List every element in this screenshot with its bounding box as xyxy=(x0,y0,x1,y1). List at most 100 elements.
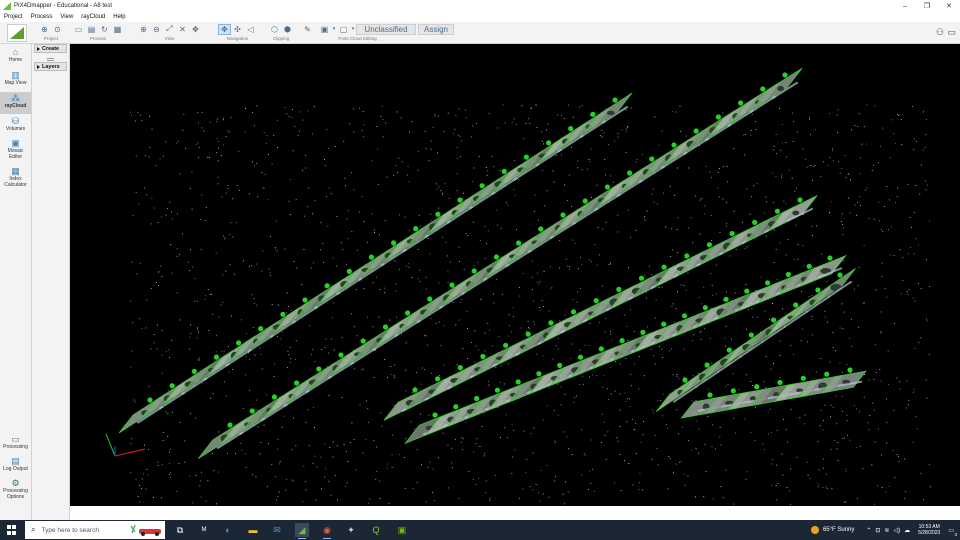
report-icon[interactable]: ▦ xyxy=(111,24,124,35)
sidebar-item-map-view[interactable]: ▥ Map View xyxy=(0,70,31,92)
wifi-icon[interactable]: ≋ xyxy=(884,527,889,534)
camera-position-dot xyxy=(693,128,699,134)
zoom-in-icon[interactable]: ⊕ xyxy=(137,24,150,35)
camera-position-dot xyxy=(649,156,655,162)
create-button[interactable]: Create xyxy=(34,44,67,53)
search-input[interactable]: Type here to search xyxy=(41,527,98,534)
pix4d-logo xyxy=(7,24,27,42)
zoom-fit-icon[interactable]: ⤢ xyxy=(163,24,176,35)
camera-position-dot xyxy=(536,371,542,377)
network-icon[interactable]: ⊡ xyxy=(875,527,880,534)
refresh-icon[interactable]: ↻ xyxy=(98,24,111,35)
camera-position-dot xyxy=(616,286,622,292)
edit-brush-icon[interactable]: ✎ xyxy=(301,24,314,35)
menu-view[interactable]: View xyxy=(60,14,73,20)
camera-position-dot xyxy=(249,408,255,414)
layers-button[interactable]: Layers xyxy=(34,62,67,71)
camera-position-dot xyxy=(827,255,833,261)
sidebar-item-volumes[interactable]: ⛁ Volumes xyxy=(0,116,31,138)
sidebar-item-index-calculator[interactable]: ▦ Index Calculator xyxy=(0,166,31,192)
clock[interactable]: 10:53 AM 5/28/2023 xyxy=(918,524,940,537)
camera-position-dot xyxy=(793,302,799,308)
tree-blob xyxy=(606,110,615,116)
pix4d-taskbar-icon[interactable]: ◢ xyxy=(295,523,309,539)
camera-position-dot xyxy=(707,392,713,398)
camera-position-dot xyxy=(570,309,577,315)
qgis-icon[interactable]: Q xyxy=(369,523,383,537)
pix4d-window: PIX4Dmapper - Educational - A8 test – ❐ … xyxy=(0,0,960,540)
windows-start-icon[interactable] xyxy=(7,525,17,535)
camera-position-dot xyxy=(681,313,688,319)
camera-position-dot xyxy=(449,282,455,288)
sidebar-item-processing[interactable]: ▭ Processing xyxy=(0,434,31,454)
zoom-out-icon[interactable]: ⊖ xyxy=(150,24,163,35)
camera-position-dot xyxy=(191,368,197,374)
menu-project[interactable]: Project xyxy=(4,14,23,20)
notifications-icon[interactable]: ▭ 3 xyxy=(948,527,957,537)
weather-widget[interactable]: 65°F Sunny xyxy=(810,526,854,534)
sidebar-item-home[interactable]: ⌂ Home xyxy=(0,47,31,69)
edge-icon[interactable]: ◐ xyxy=(221,523,235,537)
sidebar-item-raycloud[interactable]: ⁂ rayCloud xyxy=(0,92,31,114)
window-layout-icon[interactable]: ▭ xyxy=(947,27,956,38)
taskbar-search[interactable]: ⌕ Type here to search xyxy=(25,521,165,539)
toolbar-label-clipping: Clipping xyxy=(272,36,290,41)
chrome-icon[interactable]: ◉ xyxy=(320,523,334,539)
camera-position-dot xyxy=(582,198,588,204)
volume-icon: ⛁ xyxy=(11,116,20,126)
menu-help[interactable]: Help xyxy=(113,14,125,20)
point-cloud-scene[interactable] xyxy=(70,44,960,506)
toolbar-group-clipping: ⬡ ⬢ Clipping xyxy=(268,23,294,43)
crosshair-icon[interactable]: ⊙ xyxy=(51,24,64,35)
camera-position-dot xyxy=(338,352,344,358)
camera-position-dot xyxy=(726,347,732,353)
panel-grip[interactable] xyxy=(47,58,54,61)
camera-position-dot xyxy=(474,395,480,402)
sidebar-item-processing-options[interactable]: ⚙ Processing Options xyxy=(0,478,31,508)
close-button[interactable]: ✕ xyxy=(938,0,960,12)
app-icon[interactable]: ✦ xyxy=(344,523,358,537)
standard-navigation-icon[interactable]: ✥ xyxy=(218,23,231,35)
left-sidebar: ⌂ Home ▥ Map View ⁂ rayCloud ⛁ Volumes ▣… xyxy=(0,44,32,520)
mr-app-icon[interactable]: M xyxy=(197,523,211,537)
open-folder-icon[interactable]: ▤ xyxy=(85,24,98,35)
toolbar-group-editing: ✎ ▣ ▾ ▢ ▾ Unclassified Assign Point Clou… xyxy=(301,23,454,43)
trackball-navigation-icon[interactable]: ✣ xyxy=(231,24,244,35)
clipping-cube-icon[interactable]: ⬢ xyxy=(281,24,294,35)
menu-process[interactable]: Process xyxy=(31,14,53,20)
raycloud-3d-view[interactable] xyxy=(70,44,960,506)
globe-icon[interactable]: ⊕ xyxy=(38,24,51,35)
camera-position-dot xyxy=(480,353,486,360)
mail-icon[interactable]: ✉ xyxy=(270,523,284,537)
toolbar-label-project: Project xyxy=(43,36,58,41)
camera-position-dot xyxy=(797,197,803,203)
color-square-icon[interactable]: ▢ xyxy=(337,24,350,35)
restore-button[interactable]: ❐ xyxy=(916,0,938,12)
clipping-box-icon[interactable]: ⬡ xyxy=(268,24,281,35)
window-controls: – ❐ ✕ xyxy=(894,0,960,12)
class-select[interactable]: Unclassified xyxy=(356,23,416,35)
file-explorer-icon[interactable]: ▬ xyxy=(246,523,260,537)
nvidia-icon[interactable]: ▣ xyxy=(395,523,409,537)
camera-position-dot xyxy=(640,329,646,335)
start-processing-icon[interactable]: ▭ xyxy=(72,24,85,35)
logo-icon xyxy=(10,27,24,39)
camera-position-dot xyxy=(627,170,633,176)
tree-blob xyxy=(777,85,785,92)
raycloud-icon: ⁂ xyxy=(11,93,20,103)
zoom-extent-icon[interactable]: ✕ xyxy=(176,24,189,35)
first-person-navigation-icon[interactable]: ◁ xyxy=(244,24,257,35)
minimize-button[interactable]: – xyxy=(894,0,916,12)
selection-mode-icon[interactable]: ▣ xyxy=(318,24,331,35)
assign-button[interactable]: Assign xyxy=(418,23,454,35)
chevron-up-icon[interactable]: ⌃ xyxy=(866,527,871,534)
task-view-icon[interactable]: ⧉ xyxy=(173,523,187,537)
cloud-icon[interactable]: ☁ xyxy=(904,527,910,534)
camera-position-dot xyxy=(560,212,566,218)
volume-icon[interactable]: ◁) xyxy=(893,527,900,534)
pan-icon[interactable]: ✥ xyxy=(189,24,202,35)
user-account-icon[interactable]: ⚇ xyxy=(936,27,944,38)
sidebar-item-log-output[interactable]: ▤ Log Output xyxy=(0,456,31,476)
menu-raycloud[interactable]: rayCloud xyxy=(81,14,105,20)
sidebar-item-mosaic-editor[interactable]: ▣ Mosaic Editor xyxy=(0,138,31,164)
